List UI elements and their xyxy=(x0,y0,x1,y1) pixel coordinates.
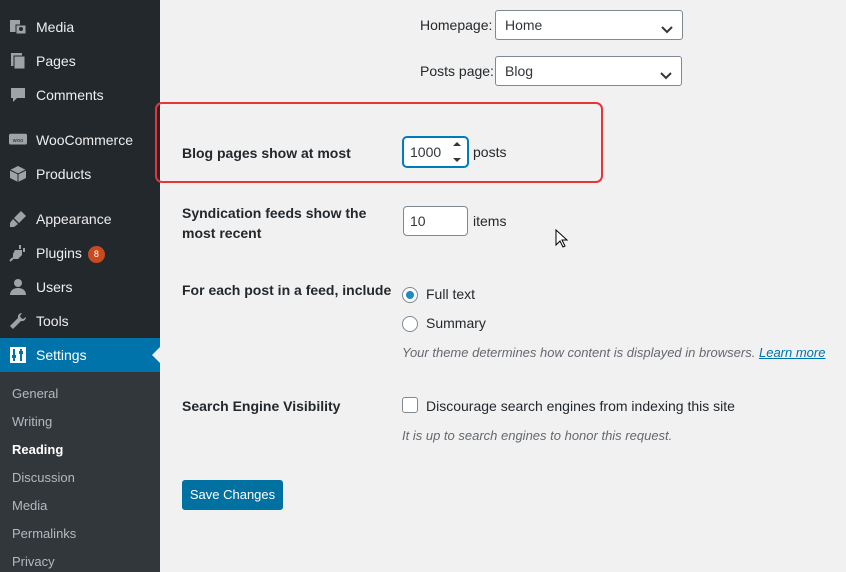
feed-label: For each post in a feed, include xyxy=(182,282,392,298)
tools-icon xyxy=(9,312,27,330)
media-icon xyxy=(9,18,27,36)
syndication-value: 10 xyxy=(410,213,426,229)
appearance-icon xyxy=(9,210,27,228)
spin-up-icon[interactable] xyxy=(453,141,461,147)
pages-icon xyxy=(9,52,27,70)
sidebar-item-label: Users xyxy=(36,279,73,295)
sidebar-item-users[interactable]: Users xyxy=(0,270,160,304)
sidebar-item-label: Products xyxy=(36,166,92,182)
discourage-search-checkbox[interactable] xyxy=(402,397,418,413)
sidebar-item-label: Appearance xyxy=(36,211,112,227)
chevron-down-icon xyxy=(660,18,674,34)
posts-page-select-value: Blog xyxy=(505,63,534,79)
sidebar-item-pages[interactable]: Pages xyxy=(0,44,160,78)
submenu-item-privacy[interactable]: Privacy xyxy=(12,554,55,570)
learn-more-link[interactable]: Learn more xyxy=(759,345,825,360)
visibility-label: Search Engine Visibility xyxy=(182,398,341,414)
sidebar-item-plugins[interactable]: Plugins 8 xyxy=(0,236,160,270)
blog-pages-value: 1000 xyxy=(410,144,442,160)
visibility-description: It is up to search engines to honor this… xyxy=(402,428,673,443)
admin-sidebar: Media Pages Comments woo WooCommerce Pro… xyxy=(0,0,160,572)
full-text-radio[interactable] xyxy=(402,287,418,303)
sidebar-item-woocommerce[interactable]: woo WooCommerce xyxy=(0,123,160,157)
sidebar-item-label: WooCommerce xyxy=(36,132,133,148)
sidebar-item-label: Pages xyxy=(36,53,76,69)
save-changes-button[interactable]: Save Changes xyxy=(182,480,283,510)
svg-text:woo: woo xyxy=(13,138,24,144)
sidebar-item-label: Tools xyxy=(36,313,69,329)
sidebar-item-tools[interactable]: Tools xyxy=(0,304,160,338)
sidebar-item-comments[interactable]: Comments xyxy=(0,78,160,112)
sidebar-item-label: Comments xyxy=(36,87,104,103)
syndication-unit: items xyxy=(473,213,507,229)
users-icon xyxy=(9,278,27,296)
update-count-badge: 8 xyxy=(87,245,105,263)
spin-down-icon[interactable] xyxy=(453,157,461,163)
syndication-input[interactable]: 10 xyxy=(403,206,468,236)
summary-radio[interactable] xyxy=(402,316,418,332)
submenu-item-general[interactable]: General xyxy=(12,386,58,402)
mouse-cursor-icon xyxy=(555,228,569,251)
discourage-search-label[interactable]: Discourage search engines from indexing … xyxy=(426,396,735,416)
submenu-item-discussion[interactable]: Discussion xyxy=(12,470,75,486)
sidebar-item-media[interactable]: Media xyxy=(0,10,160,44)
plugins-icon xyxy=(9,244,27,262)
woocommerce-icon: woo xyxy=(9,131,27,149)
chevron-down-icon xyxy=(659,64,673,80)
products-icon xyxy=(9,165,27,183)
number-spinner[interactable] xyxy=(451,141,463,163)
blog-pages-unit: posts xyxy=(473,144,507,160)
blog-pages-label: Blog pages show at most xyxy=(182,145,351,161)
settings-submenu: General Writing Reading Discussion Media… xyxy=(0,372,160,572)
sidebar-item-label: Settings xyxy=(36,347,87,363)
comments-icon xyxy=(9,86,27,104)
submenu-item-permalinks[interactable]: Permalinks xyxy=(12,526,76,542)
settings-icon xyxy=(9,346,27,364)
full-text-label[interactable]: Full text xyxy=(426,284,475,304)
posts-page-select[interactable]: Blog xyxy=(495,56,682,86)
sidebar-item-products[interactable]: Products xyxy=(0,157,160,191)
blog-pages-input[interactable]: 1000 xyxy=(403,137,468,167)
homepage-label: Homepage: xyxy=(420,17,493,33)
sidebar-item-label: Plugins 8 xyxy=(36,245,105,263)
dashboard-icon xyxy=(9,0,27,4)
syndication-label-line2: most recent xyxy=(182,225,262,241)
submenu-item-writing[interactable]: Writing xyxy=(12,414,52,430)
submenu-item-reading[interactable]: Reading xyxy=(12,442,63,458)
sidebar-item-label: Media xyxy=(36,19,75,35)
posts-page-label: Posts page: xyxy=(420,63,494,79)
submenu-item-media[interactable]: Media xyxy=(12,498,47,514)
summary-label[interactable]: Summary xyxy=(426,313,486,333)
sidebar-item-settings[interactable]: Settings xyxy=(0,338,160,372)
homepage-select-value: Home xyxy=(505,17,543,33)
feed-description: Your theme determines how content is dis… xyxy=(402,345,826,360)
sidebar-item-appearance[interactable]: Appearance xyxy=(0,202,160,236)
syndication-label-line1: Syndication feeds show the xyxy=(182,205,367,221)
homepage-select[interactable]: Home xyxy=(495,10,683,40)
